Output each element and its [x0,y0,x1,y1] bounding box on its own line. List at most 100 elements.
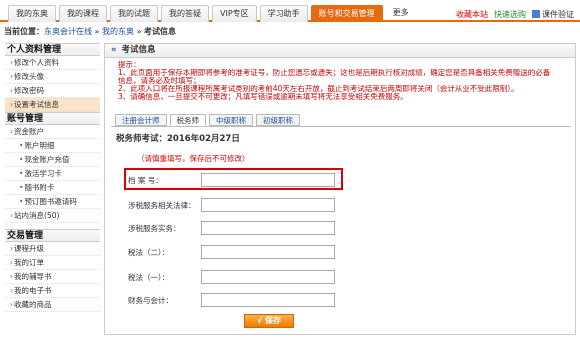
sidebar-item-messages[interactable]: ›站内消息(50) [5,209,100,223]
tab-account-management[interactable]: 账号和交易管理 [310,5,383,22]
sidebar-item-upgrade[interactable]: ›课程升级 [5,242,100,256]
breadcrumb: 当前位置：东奥会计在线 » 我的东奥 » 考试信息 [4,26,176,37]
sidebar-item-favorites[interactable]: ›收藏的商品 [5,298,100,312]
save-button[interactable]: √ 保存 [244,314,294,328]
favorite-link[interactable]: 收藏本站 [456,9,488,20]
field-row-practice: 涉税服务实务： [105,221,565,235]
bullet-icon: • [19,183,24,192]
notice-heading: 提示： [118,60,141,69]
plugin-link[interactable]: 课件验证 [532,9,574,20]
tab-junior[interactable]: 初级职称 [256,114,300,126]
practice-score-input[interactable] [201,221,335,235]
wrench-icon [532,10,540,18]
sidebar-item-label: 激活学习卡 [24,169,62,178]
tax-law-1-input[interactable] [201,270,335,284]
sidebar-item-invite-code[interactable]: •预订图书邀请码 [5,195,100,209]
quick-nav-link[interactable]: 快速选购 [494,9,526,20]
field-row-law: 涉税服务相关法律： [105,198,565,212]
tab-my-courses[interactable]: 我的课程 [59,5,107,22]
file-number-input[interactable] [201,173,335,187]
exam-date-title: 税务师考试：2016年02月27日 [116,134,240,144]
sidebar: 个人资料管理 ›修改个人资料 ›修改头像 ›修改密码 ›设置考试信息 账号管理 … [5,43,100,312]
arrow-right-icon: › [10,300,13,309]
notice-box: 提示： 1、此页面用于保存本期即将参考的准考证号，防止您遗忘或遗失；这也是后期执… [118,61,563,101]
notice-line: 2、此项入口将在所报课程所属考试类别的考前40天左右开放，截止到考试结束后两周即… [118,85,519,93]
sidebar-item-account-details[interactable]: •账户明细 [5,139,100,153]
warning-hint: （请慎重填写，保存后不可修改） [137,154,250,163]
tab-more[interactable]: 更多 [386,5,416,22]
panel-title: 考试信息 [121,45,156,55]
sidebar-item-activate-card[interactable]: •激活学习卡 [5,167,100,181]
exam-info-panel: « 考试信息 提示： 1、此页面用于保存本期即将参考的准考证号，防止您遗忘或遗失；… [104,43,576,335]
double-chevron-icon: « [111,45,117,55]
tab-my-questions[interactable]: 我的试题 [110,5,158,22]
field-row-tax-law-1: 税法（一）： [105,270,565,284]
main-tabs: 我的东奥 我的课程 我的试题 我的答疑 VIP专区 学习助手 账号和交易管理 更… [8,5,416,22]
breadcrumb-site[interactable]: 东奥会计在线 [44,27,92,36]
breadcrumb-current: 考试信息 [144,27,176,36]
sidebar-item-label: 修改密码 [14,86,44,95]
breadcrumb-mine[interactable]: 我的东奥 [102,27,134,36]
field-row-file-number: 档 案 号： [105,173,565,187]
arrow-right-icon: › [10,127,13,136]
sidebar-item-label: 资金账户 [14,127,44,136]
sidebar-section-account: 账号管理 [5,112,100,125]
breadcrumb-prefix: 当前位置： [4,27,44,36]
sidebar-item-label: 站内消息(50) [14,211,60,220]
tab-intermediate[interactable]: 中级职称 [209,114,253,126]
sidebar-item-recharge[interactable]: •现金账户充值 [5,153,100,167]
tab-tax-agent[interactable]: 税务师 [169,114,206,126]
field-label: 涉税服务相关法律： [128,201,196,210]
sidebar-item-label: 我的辅导书 [14,272,52,281]
tab-my-dongao[interactable]: 我的东奥 [8,5,56,22]
sidebar-item-edit-profile[interactable]: ›修改个人资料 [5,56,100,70]
sidebar-item-ebooks[interactable]: ›我的电子书 [5,284,100,298]
field-label: 税法（二）： [128,248,170,257]
breadcrumb-separator: » [94,27,100,36]
tab-my-answers[interactable]: 我的答疑 [161,5,209,22]
arrow-right-icon: › [10,286,13,295]
tab-cpa[interactable]: 注册会计师 [115,114,167,126]
field-label: 档 案 号： [128,176,163,185]
tab-vip[interactable]: VIP专区 [212,5,257,22]
sidebar-item-label: 我的订单 [14,258,44,267]
bullet-icon: • [19,197,24,206]
arrow-right-icon: › [10,86,13,95]
tab-study-assistant[interactable]: 学习助手 [259,5,308,22]
sidebar-item-label: 收藏的商品 [14,300,52,309]
arrow-right-icon: › [10,58,13,67]
exam-type-tabs: 注册会计师 税务师 中级职称 初级职称 [115,114,300,126]
sidebar-item-label: 设置考试信息 [14,100,59,109]
arrow-right-icon: › [10,211,13,220]
sidebar-item-label: 账户明细 [24,141,55,150]
sidebar-item-book-card[interactable]: •随书附卡 [5,181,100,195]
sidebar-item-label: 随书附卡 [24,183,55,192]
field-label: 税法（一）： [128,273,170,282]
sidebar-item-edit-password[interactable]: ›修改密码 [5,84,100,98]
bullet-icon: • [19,155,24,164]
field-label: 财务与会计： [128,296,173,305]
arrow-right-icon: › [10,272,13,281]
field-row-tax-law-2: 税法（二）： [105,245,565,259]
sidebar-item-funds[interactable]: ›资金账户 [5,125,100,139]
field-row-finance: 财务与会计： [105,293,565,307]
finance-score-input[interactable] [201,293,335,307]
sidebar-item-label: 修改头像 [14,72,44,81]
top-navigation: 我的东奥 我的课程 我的试题 我的答疑 VIP专区 学习助手 账号和交易管理 更… [0,0,580,22]
tax-law-2-input[interactable] [201,245,335,259]
breadcrumb-separator: » [136,27,142,36]
panel-title-bar: « 考试信息 [105,44,575,58]
sidebar-item-orders[interactable]: ›我的订单 [5,256,100,270]
sidebar-item-exam-info[interactable]: ›设置考试信息 [5,98,100,112]
sidebar-item-label: 预订图书邀请码 [24,197,77,206]
arrow-right-icon: › [10,258,13,267]
field-label: 涉税服务实务： [128,224,181,233]
sidebar-item-books[interactable]: ›我的辅导书 [5,270,100,284]
law-score-input[interactable] [201,198,335,212]
sidebar-section-trade: 交易管理 [5,229,100,242]
arrow-right-icon: › [10,72,13,81]
arrow-right-icon: › [10,100,13,109]
sidebar-item-label: 修改个人资料 [14,58,59,67]
notice-line: 1、此页面用于保存本期即将参考的准考证号，防止您遗忘或遗失；这也是后期执行核对成… [118,69,551,77]
sidebar-item-edit-avatar[interactable]: ›修改头像 [5,70,100,84]
